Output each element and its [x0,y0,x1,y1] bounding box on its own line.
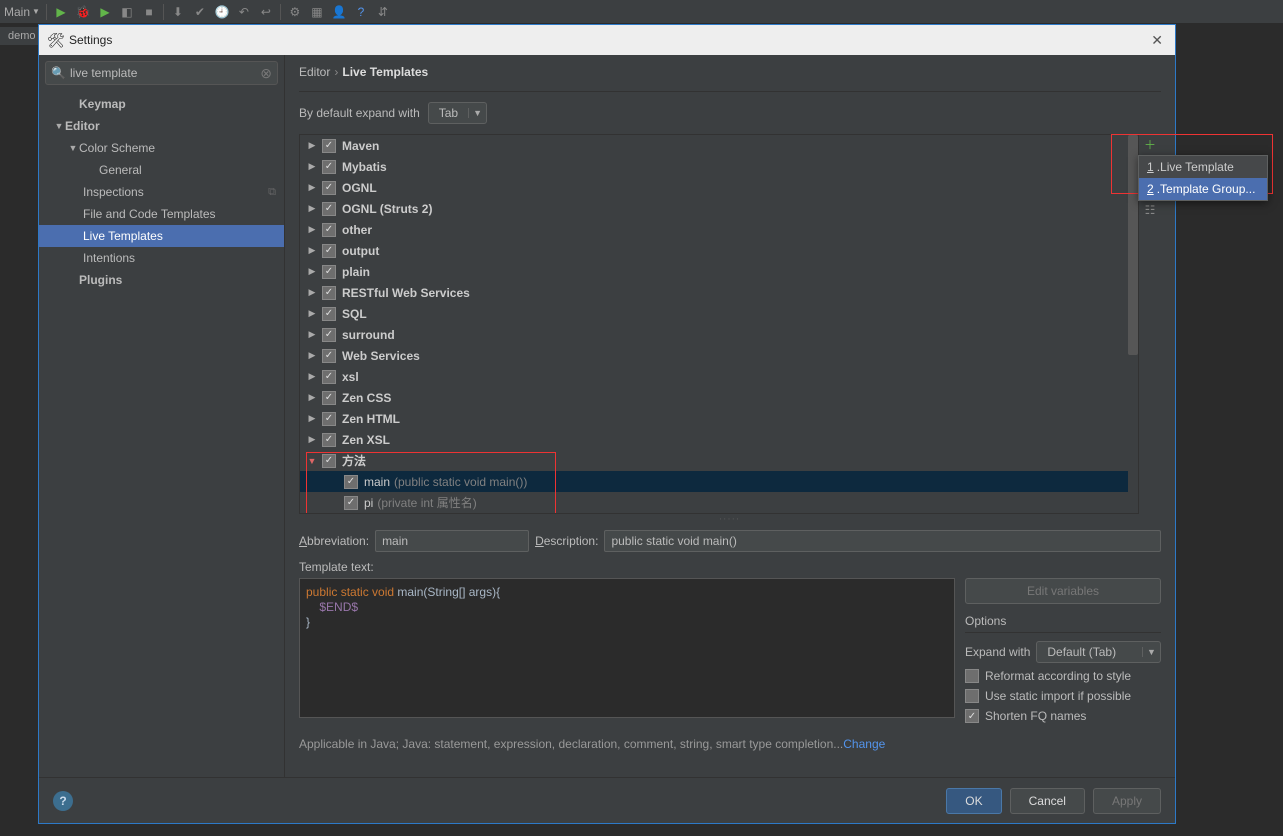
tree-group[interactable]: ▶✓other [300,219,1138,240]
vcs-history-icon[interactable]: 🕘 [214,4,230,20]
settings-search: 🔍 ⊗ [45,61,278,85]
nav-plugins[interactable]: Plugins [39,269,284,291]
tree-group[interactable]: ▶✓output [300,240,1138,261]
run-config-selector[interactable]: Main▼ [4,5,40,19]
help-icon[interactable]: ? [353,4,369,20]
apply-button[interactable]: Apply [1093,788,1161,814]
app-icon: 🛠 [47,32,63,48]
breadcrumb: Editor›Live Templates [299,65,1161,92]
add-icon[interactable]: ＋ [1142,136,1158,152]
popup-template-group[interactable]: 2. Template Group... [1139,178,1267,200]
tool-icon-3[interactable]: 👤 [331,4,347,20]
nav-general[interactable]: General [39,159,284,181]
paste-icon[interactable]: ☷ [1142,202,1158,218]
close-icon[interactable]: ✕ [1147,32,1167,49]
settings-dialog: 🛠 Settings ✕ 🔍 ⊗ Keymap ▼Editor ▼Color S… [38,24,1176,824]
context-text: Applicable in Java; Java: statement, exp… [299,737,1161,751]
popup-live-template[interactable]: 1. Live Template [1139,156,1267,178]
tree-group[interactable]: ▶✓Zen CSS [300,387,1138,408]
debug-icon[interactable]: 🐞 [75,4,91,20]
tree-group[interactable]: ▶✓Maven [300,135,1138,156]
search-input[interactable] [45,61,278,85]
shorten-fq-checkbox[interactable]: ✓ [965,709,979,723]
project-scope-icon: ⧉ [268,186,276,199]
tool-icon-1[interactable]: ⚙ [287,4,303,20]
nav-inspections[interactable]: Inspections⧉ [39,181,284,203]
expand-with-option-label: Expand with [965,645,1030,659]
tool-icon-4[interactable]: ⇵ [375,4,391,20]
tree-item[interactable]: ✓main(public static void main()) [300,471,1138,492]
vcs-revert-icon[interactable]: ↶ [236,4,252,20]
help-button[interactable]: ? [53,791,73,811]
tree-group[interactable]: ▶✓Mybatis [300,156,1138,177]
tree-group[interactable]: ▶✓Zen HTML [300,408,1138,429]
nav-color-scheme[interactable]: ▼Color Scheme [39,137,284,159]
dialog-titlebar: 🛠 Settings ✕ [39,25,1175,55]
tree-group[interactable]: ▶✓OGNL (Struts 2) [300,198,1138,219]
profile-icon[interactable]: ◧ [119,4,135,20]
tree-scrollbar[interactable] [1128,135,1138,513]
expand-with-select[interactable]: Tab▼ [428,102,487,124]
settings-sidebar: 🔍 ⊗ Keymap ▼Editor ▼Color Scheme General… [39,55,285,777]
tool-icon-2[interactable]: ▦ [309,4,325,20]
tree-item[interactable]: ✓pi(private int 属性名) [300,492,1138,513]
expand-with-option-select[interactable]: Default (Tab)▼ [1036,641,1161,663]
expand-with-label: By default expand with [299,106,420,120]
ok-button[interactable]: OK [946,788,1001,814]
coverage-icon[interactable]: ▶ [97,4,113,20]
stop-icon[interactable]: ■ [141,4,157,20]
search-icon: 🔍 [51,66,66,80]
edit-variables-button[interactable]: Edit variables [965,578,1161,604]
static-import-checkbox[interactable] [965,689,979,703]
tree-group[interactable]: ▶✓plain [300,261,1138,282]
abbrev-label: AAbbreviation:bbreviation: [299,534,369,548]
nav-intentions[interactable]: Intentions [39,247,284,269]
nav-keymap[interactable]: Keymap [39,93,284,115]
tree-group[interactable]: ▶✓Web Services [300,345,1138,366]
tree-group[interactable]: ▶✓xsl [300,366,1138,387]
settings-main: Editor›Live Templates By default expand … [285,55,1175,777]
tree-group[interactable]: ▶✓RESTful Web Services [300,282,1138,303]
abbreviation-input[interactable] [375,530,529,552]
tree-group[interactable]: ▶✓surround [300,324,1138,345]
vcs-commit-icon[interactable]: ✔ [192,4,208,20]
undo-icon[interactable]: ↩ [258,4,274,20]
tree-group[interactable]: ▶✓OGNL [300,177,1138,198]
options-title: Options [965,614,1161,633]
dialog-title: Settings [69,33,1147,47]
nav-editor[interactable]: ▼Editor [39,115,284,137]
desc-label: Description: [535,534,598,548]
vcs-update-icon[interactable]: ⬇ [170,4,186,20]
template-text-area[interactable]: public static void main(String[] args){ … [299,578,955,718]
tree-group[interactable]: ▶✓SQL [300,303,1138,324]
run-icon[interactable]: ▶ [53,4,69,20]
template-tree[interactable]: ▶✓Maven▶✓Mybatis▶✓OGNL▶✓OGNL (Struts 2)▶… [299,134,1139,514]
editor-tab[interactable]: demo [0,27,44,45]
splitter-handle[interactable]: ∙∙∙∙∙ [299,514,1161,522]
ide-toolbar: Main▼ ▶ 🐞 ▶ ◧ ■ ⬇ ✔ 🕘 ↶ ↩ ⚙ ▦ 👤 ? ⇵ [0,0,1283,24]
settings-nav: Keymap ▼Editor ▼Color Scheme General Ins… [39,91,284,777]
clear-search-icon[interactable]: ⊗ [260,65,272,82]
dialog-footer: ? OK Cancel Apply [39,777,1175,823]
template-text-label: Template text: [299,560,1161,574]
nav-file-templates[interactable]: File and Code Templates [39,203,284,225]
cancel-button[interactable]: Cancel [1010,788,1085,814]
nav-live-templates[interactable]: Live Templates [39,225,284,247]
change-context-link[interactable]: Change [843,737,885,751]
add-popup: 1. Live Template 2. Template Group... [1138,155,1268,201]
reformat-checkbox[interactable] [965,669,979,683]
description-input[interactable] [604,530,1161,552]
tree-group[interactable]: ▶✓Zen XSL [300,429,1138,450]
tree-group-custom[interactable]: ▼✓方法 [300,450,1138,471]
